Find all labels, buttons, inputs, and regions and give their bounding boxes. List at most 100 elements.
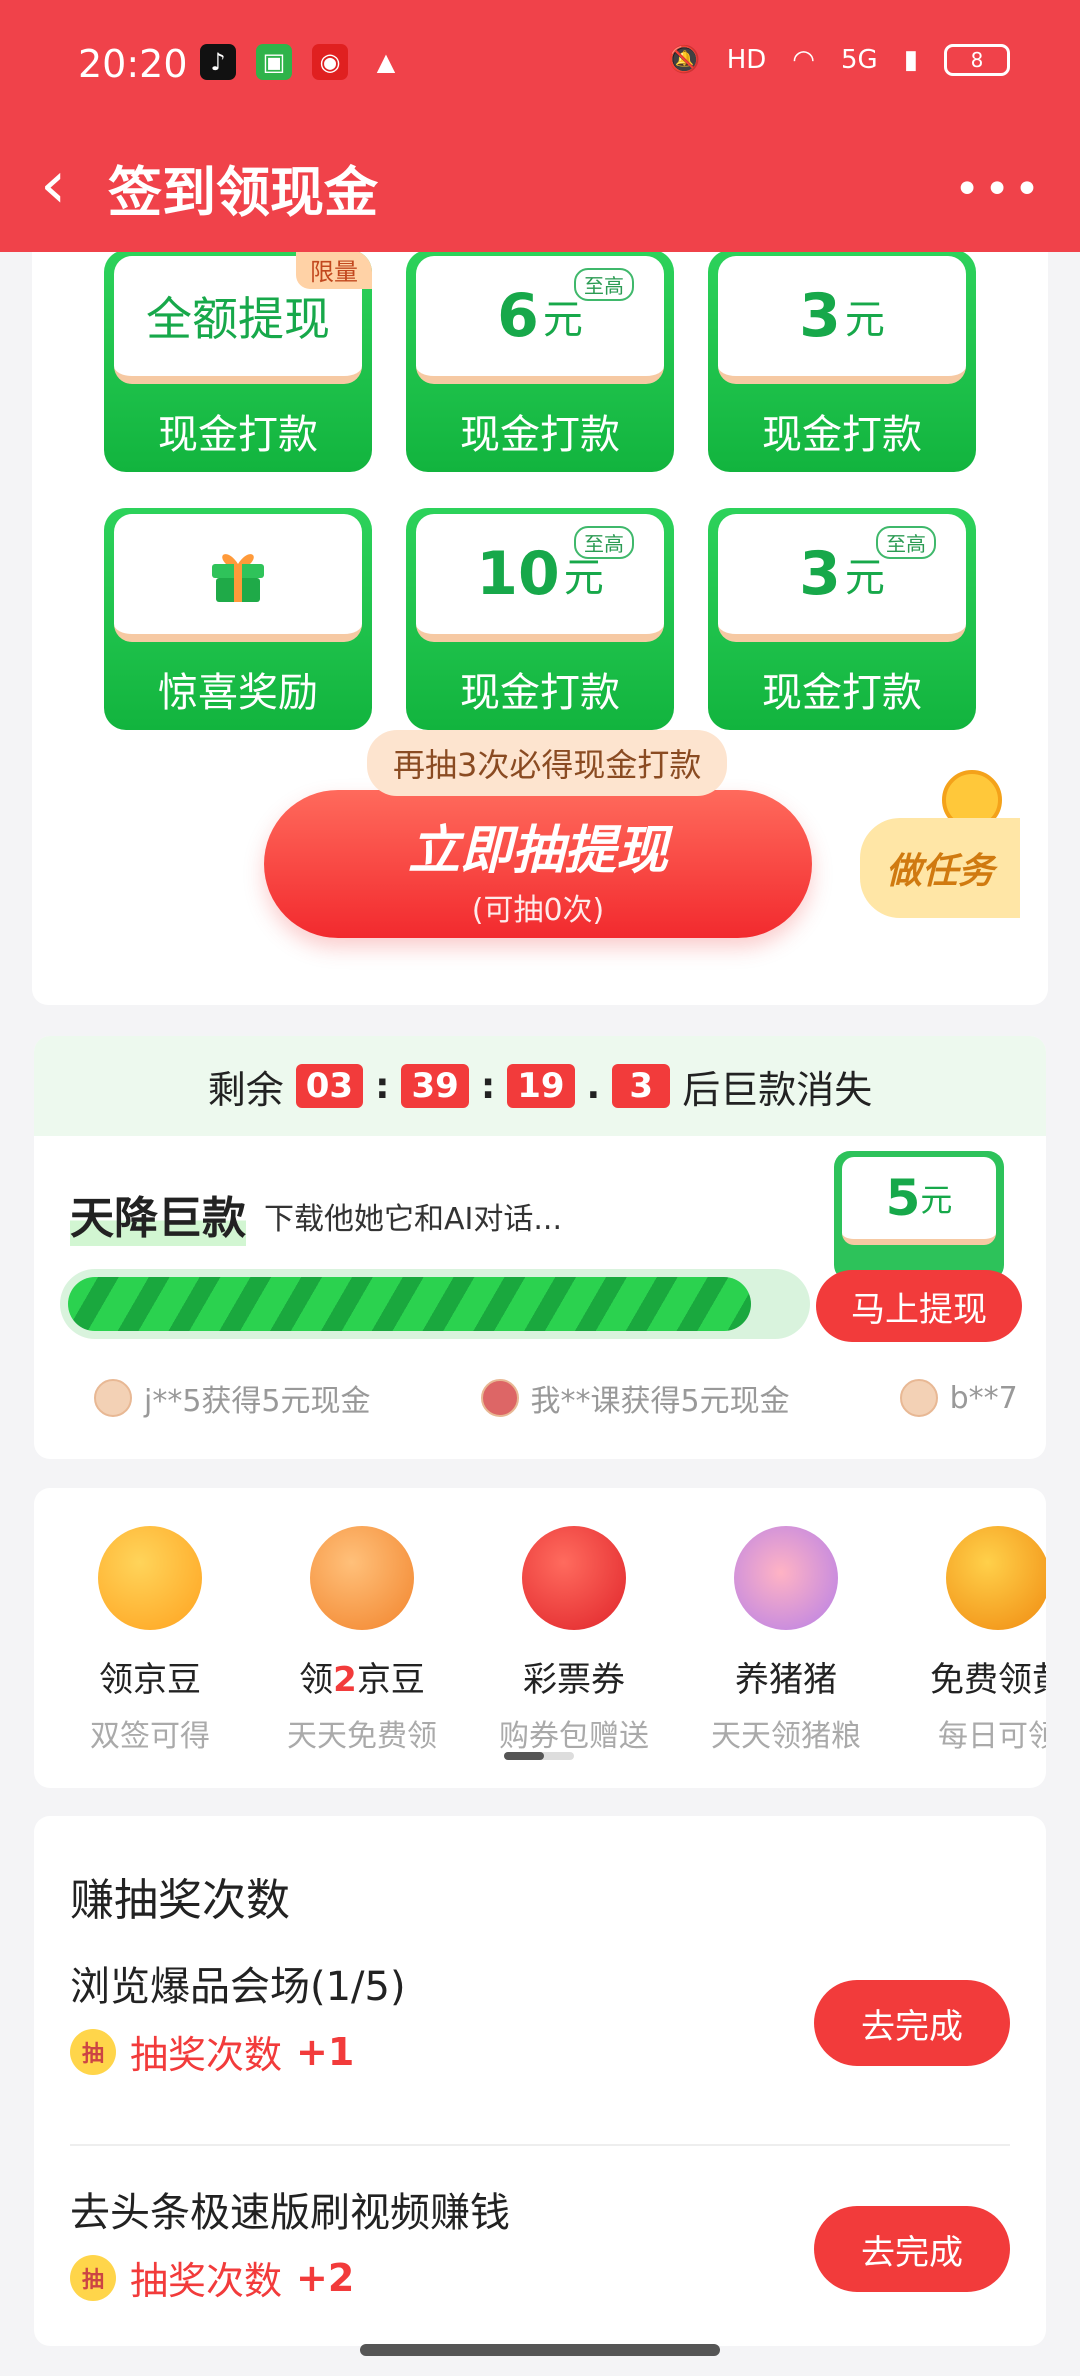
withdraw-now-button[interactable]: 马上提现: [816, 1270, 1022, 1342]
prize-amount: 3: [799, 539, 841, 609]
system-status-icons: 🔕 HD ◠ 5G ▮ 8: [668, 44, 1010, 76]
feature-sub: 购券包赠送: [499, 1719, 649, 1754]
warning-icon: ▲: [376, 48, 396, 76]
more-menu-icon[interactable]: •••: [954, 164, 1044, 215]
countdown-tenths: 3: [612, 1064, 671, 1108]
feature-item-lottery[interactable]: 彩票券 购券包赠送: [474, 1526, 674, 1755]
prize-amount: 10: [476, 539, 560, 609]
feature-label-pre: 领: [299, 1660, 334, 1700]
tasks-title: 赚抽奖次数: [70, 1875, 290, 1926]
task-reward: 抽 抽奖次数 +1: [70, 2024, 354, 2079]
lottery-panel: 全额提现 限量 现金打款 6 元 至高 现金打款 3 元 现金打款 惊喜奖励 1…: [32, 200, 1048, 1005]
signal-5g-icon: 5G: [840, 45, 878, 75]
ticker-item: 我**课获得5元现金: [480, 1376, 790, 1420]
prize-card-full-withdraw: 全额提现 限量 现金打款: [104, 250, 372, 472]
ticker-text: j**5获得5元现金: [144, 1384, 371, 1419]
app-header: 20:20 ♪ ▣ ◉ ▲ 🔕 HD ◠ 5G ▮ 8 ‹ 签到领现金 •••: [0, 0, 1080, 252]
prize-card-3: 3 元 现金打款: [708, 250, 976, 472]
reward-label: 抽奖次数: [130, 2259, 283, 2303]
feature-sub: 每日可领: [938, 1719, 1046, 1754]
jackpot-card: 剩余 03 : 39 : 19 . 3 后巨款消失 天降巨款 下载他她它和AI对…: [34, 1036, 1046, 1459]
draw-coin-icon: 抽: [70, 2028, 116, 2075]
feature-sub: 天天免费领: [287, 1719, 437, 1754]
progress-fill: [68, 1277, 751, 1331]
music-app-icon: ◉: [312, 44, 348, 80]
battery-icon: 8: [944, 44, 1010, 76]
duck-icon: [98, 1526, 202, 1630]
countdown-hours: 03: [295, 1064, 364, 1108]
prize-label: 现金打款: [460, 412, 620, 458]
divider: [70, 2144, 1010, 2146]
feature-sub: 天天领猪粮: [711, 1719, 861, 1754]
gift-icon: [212, 554, 264, 602]
draw-coin-icon: 抽: [70, 2254, 116, 2301]
lottery-ball-icon: [522, 1526, 626, 1630]
status-bar: 20:20 ♪ ▣ ◉ ▲ 🔕 HD ◠ 5G ▮ 8: [0, 0, 1080, 130]
do-task-button[interactable]: 做任务: [860, 818, 1020, 918]
app-store-icon: ▣: [256, 44, 292, 80]
prize-label: 现金打款: [762, 670, 922, 716]
task-name: 浏览爆品会场(1/5): [70, 1964, 406, 2010]
countdown-bar: 剩余 03 : 39 : 19 . 3 后巨款消失: [34, 1036, 1046, 1136]
notification-icons: ♪ ▣ ◉ ▲: [200, 44, 404, 80]
signal-bars-icon: ▮: [903, 45, 918, 75]
hd-icon: HD: [726, 45, 767, 75]
home-indicator[interactable]: [360, 2344, 720, 2356]
task-row: 浏览爆品会场(1/5) 抽 抽奖次数 +1 去完成: [70, 1954, 1010, 2144]
draw-button-label: 立即抽提现: [407, 821, 668, 881]
tiktok-icon: ♪: [200, 44, 236, 80]
prize-label: 惊喜奖励: [158, 670, 318, 716]
prize-label: 现金打款: [460, 670, 620, 716]
page-title: 签到领现金: [108, 161, 378, 224]
countdown-sep: :: [375, 1065, 390, 1107]
feature-sub: 双签可得: [90, 1719, 210, 1754]
draw-withdraw-button[interactable]: 立即抽提现 (可抽0次): [264, 790, 812, 938]
avatar: [94, 1379, 132, 1417]
feature-item-beans[interactable]: 领京豆 双签可得: [50, 1526, 250, 1755]
prize-amount: 3: [799, 281, 841, 351]
feature-label: 免费领黄: [930, 1660, 1046, 1700]
jackpot-prize-card: 5元: [834, 1151, 1004, 1281]
reward-value: +1: [296, 2029, 355, 2074]
draw-remaining: (可抽0次): [471, 893, 605, 928]
guarantee-hint: 再抽3次必得现金打款: [367, 730, 728, 796]
avatar: [899, 1379, 938, 1417]
back-chevron-icon[interactable]: ‹: [40, 150, 100, 220]
complete-task-button[interactable]: 去完成: [814, 1980, 1010, 2066]
gold-icon: [946, 1526, 1046, 1630]
prize-unit: 元: [844, 297, 885, 343]
feature-item-pig[interactable]: 养猪猪 天天领猪粮: [686, 1526, 886, 1755]
countdown-prefix: 剩余: [207, 1067, 284, 1112]
beans-icon: [310, 1526, 414, 1630]
avatar: [480, 1379, 519, 1417]
countdown-suffix: 后巨款消失: [682, 1067, 873, 1112]
feature-label: 彩票券: [523, 1660, 625, 1700]
scroll-thumb: [504, 1752, 544, 1760]
earn-draws-card: 赚抽奖次数 浏览爆品会场(1/5) 抽 抽奖次数 +1 去完成 去头条极速版刷视频…: [34, 1816, 1046, 2346]
task-reward: 抽 抽奖次数 +2: [70, 2250, 354, 2305]
max-badge: 至高: [574, 526, 634, 559]
wifi-icon: ◠: [792, 45, 815, 75]
prize-card-surprise: 惊喜奖励: [104, 508, 372, 730]
prize-top: [114, 514, 362, 642]
reward-label: 抽奖次数: [130, 2033, 283, 2077]
prize-card-10: 10 元 至高 现金打款: [406, 508, 674, 730]
nav-bar: ‹ 签到领现金 •••: [0, 130, 1080, 252]
feature-label-highlight: 2: [333, 1660, 357, 1700]
winner-ticker: j**5获得5元现金 我**课获得5元现金 b**7: [94, 1376, 1018, 1420]
feature-label: 领京豆: [99, 1660, 201, 1700]
mute-icon: 🔕: [668, 45, 701, 75]
jackpot-prize-top: 5元: [842, 1157, 996, 1245]
max-badge: 至高: [574, 268, 634, 301]
complete-task-button[interactable]: 去完成: [814, 2206, 1010, 2292]
scroll-indicator: [504, 1752, 574, 1760]
ticker-text: b**7: [949, 1380, 1018, 1416]
pig-icon: [734, 1526, 838, 1630]
feature-item-2beans[interactable]: 领2京豆 天天免费领: [262, 1526, 462, 1755]
limited-tag: 限量: [296, 250, 372, 289]
prize-card-3-max: 3 元 至高 现金打款: [708, 508, 976, 730]
countdown-sep: .: [586, 1065, 601, 1107]
feature-item-gold[interactable]: 免费领黄 每日可领: [898, 1526, 1046, 1755]
status-time: 20:20: [78, 42, 188, 86]
feature-label-post: 京豆: [356, 1660, 425, 1700]
